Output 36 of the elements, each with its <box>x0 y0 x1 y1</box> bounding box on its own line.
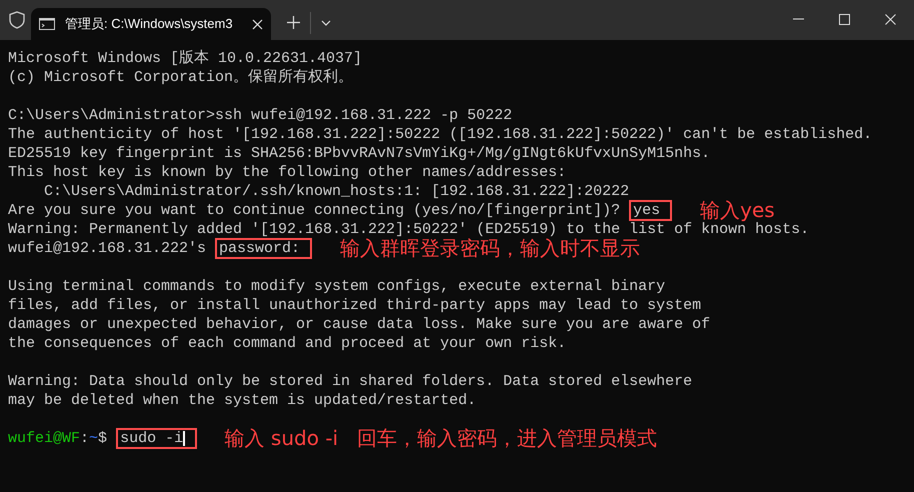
annotation-text: 输入 sudo -i 回车，输入密码，进入管理员模式 <box>224 426 658 448</box>
terminal-line: may be deleted when the system is updated/restarted. <box>8 391 476 410</box>
terminal-line: the consequences of each command and proceed at your own risk. <box>8 334 566 353</box>
terminal-line: The authenticity of host '[192.168.31.222]:50222 ([192.168.31.222]:50222)' can't be established. <box>8 125 872 144</box>
maximize-icon[interactable] <box>839 14 850 25</box>
prompt-separator: : <box>80 429 90 448</box>
terminal-line: damages or unexpected behavior, or cause data loss. Make sure you are aware of <box>8 315 710 334</box>
terminal-line: Using terminal commands to modify system configs, execute external binary <box>8 277 666 296</box>
plus-icon[interactable] <box>287 16 300 29</box>
prompt-path: ~ <box>89 429 98 448</box>
console-icon <box>39 18 55 30</box>
terminal-line: This host key is known by the following other names/addresses: <box>8 163 566 182</box>
prompt-symbol: $ <box>98 429 108 448</box>
typed-text: password: <box>219 240 300 257</box>
terminal-line: files, add files, or install unauthorized third-party apps may lead to system <box>8 296 702 315</box>
typed-text: sudo -i <box>120 430 184 447</box>
annotation-text: 输入群晖登录密码，输入时不显示 <box>340 236 640 258</box>
close-icon[interactable] <box>252 18 263 30</box>
terminal-line: ED25519 key fingerprint is SHA256:BPbvvRAvN7sVmYiKg+/Mg/gINgt6kUfvxUnSyM15nhs. <box>8 144 710 163</box>
close-icon[interactable] <box>885 14 896 25</box>
terminal-line: C:\Users\Administrator/.ssh/known_hosts:1: [192.168.31.222]:20222 <box>43 182 630 201</box>
shield-icon <box>9 11 25 29</box>
terminal-line: C:\Users\Administrator>ssh wufei@192.168.31.222 -p 50222 <box>8 106 512 125</box>
terminal-line: (c) Microsoft Corporation。保留所有权利。 <box>8 68 354 87</box>
terminal-line: Warning: Permanently added '[192.168.31.222]:50222' (ED25519) to the list of known hosts. <box>8 221 810 238</box>
terminal-line: wufei@192.168.31.222's <box>8 239 208 258</box>
minimize-icon[interactable] <box>793 18 804 20</box>
prompt-user: wufei@WF <box>8 429 80 448</box>
terminal-line: Are you sure you want to continue connecting (yes/no/[fingerprint])? <box>8 201 622 220</box>
terminal-tab[interactable]: 管理员: C:\Windows\system3 <box>31 8 271 40</box>
terminal-line: Microsoft Windows [版本 10.0.22631.4037] <box>8 49 362 68</box>
annotation-text: 输入yes <box>700 198 775 220</box>
terminal-line: Warning: Data should only be stored in shared folders. Data stored elsewhere <box>8 372 692 391</box>
tab-title: 管理员: C:\Windows\system3 <box>65 15 234 34</box>
typed-text: yes <box>633 202 660 219</box>
chevron-down-icon[interactable] <box>321 20 331 26</box>
